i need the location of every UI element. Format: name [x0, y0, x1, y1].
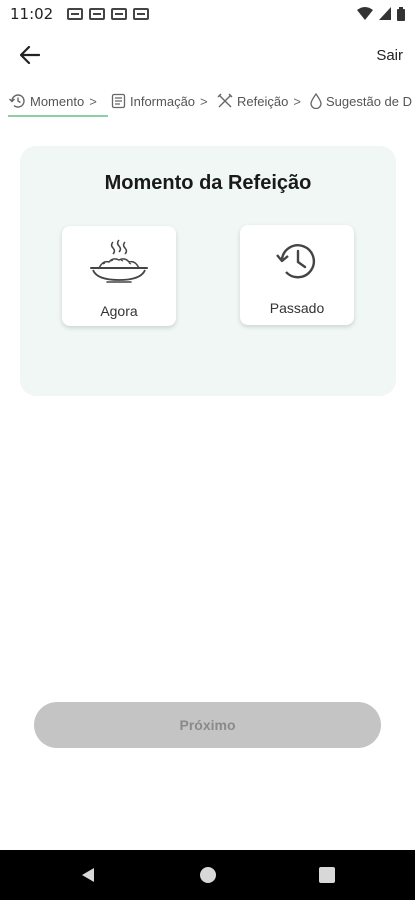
- next-button[interactable]: Próximo: [34, 702, 381, 748]
- drop-icon: [310, 93, 322, 109]
- signal-icon: [379, 7, 391, 20]
- chevron-right-icon: >: [200, 93, 208, 109]
- step-informacao[interactable]: Informação >: [111, 93, 208, 109]
- system-navigation-bar: [0, 850, 415, 900]
- exit-button[interactable]: Sair: [376, 47, 403, 64]
- step-label: Sugestão de D: [326, 93, 413, 109]
- calendar-notification-icon: [133, 7, 150, 20]
- status-bar: 11:02: [0, 0, 415, 27]
- document-icon: [111, 93, 126, 109]
- meal-moment-card: Momento da Refeição Agora Passado: [20, 146, 396, 396]
- chevron-right-icon: >: [293, 93, 301, 109]
- chevron-right-icon: >: [89, 93, 97, 109]
- step-label: Informação: [130, 93, 196, 109]
- step-sugestao[interactable]: Sugestão de D: [310, 93, 412, 109]
- option-past-label: Passado: [269, 300, 325, 316]
- steaming-dish-icon: [62, 238, 176, 288]
- nav-recents-icon[interactable]: [319, 867, 335, 883]
- calendar-notification-icon: [89, 7, 106, 20]
- step-refeicao[interactable]: Refeição >: [217, 93, 301, 109]
- nav-home-icon[interactable]: [200, 867, 216, 883]
- back-button[interactable]: [16, 41, 44, 69]
- calendar-notification-icon: [111, 7, 128, 20]
- step-momento[interactable]: Momento >: [8, 93, 97, 109]
- step-progress: Momento > Informação > Refeição > Sugest…: [0, 90, 415, 120]
- option-now-label: Agora: [100, 303, 138, 319]
- card-title: Momento da Refeição: [104, 172, 312, 194]
- history-clock-icon: [240, 237, 354, 287]
- system-icons: [357, 6, 405, 21]
- calendar-notification-icon: [67, 7, 84, 20]
- app-bar: Sair: [0, 27, 415, 83]
- utensils-icon: [217, 93, 233, 108]
- option-now-button[interactable]: Agora: [62, 226, 176, 326]
- battery-icon: [397, 6, 405, 21]
- status-time: 11:02: [10, 4, 54, 23]
- notification-icons: [67, 7, 150, 20]
- history-icon: [9, 94, 25, 108]
- option-past-button[interactable]: Passado: [240, 225, 354, 325]
- active-step-indicator: [8, 115, 108, 117]
- arrow-left-icon: [20, 46, 40, 64]
- step-label: Refeição: [237, 93, 289, 109]
- wifi-icon: [357, 6, 373, 20]
- step-label: Momento: [30, 93, 85, 109]
- nav-back-icon[interactable]: [80, 867, 96, 883]
